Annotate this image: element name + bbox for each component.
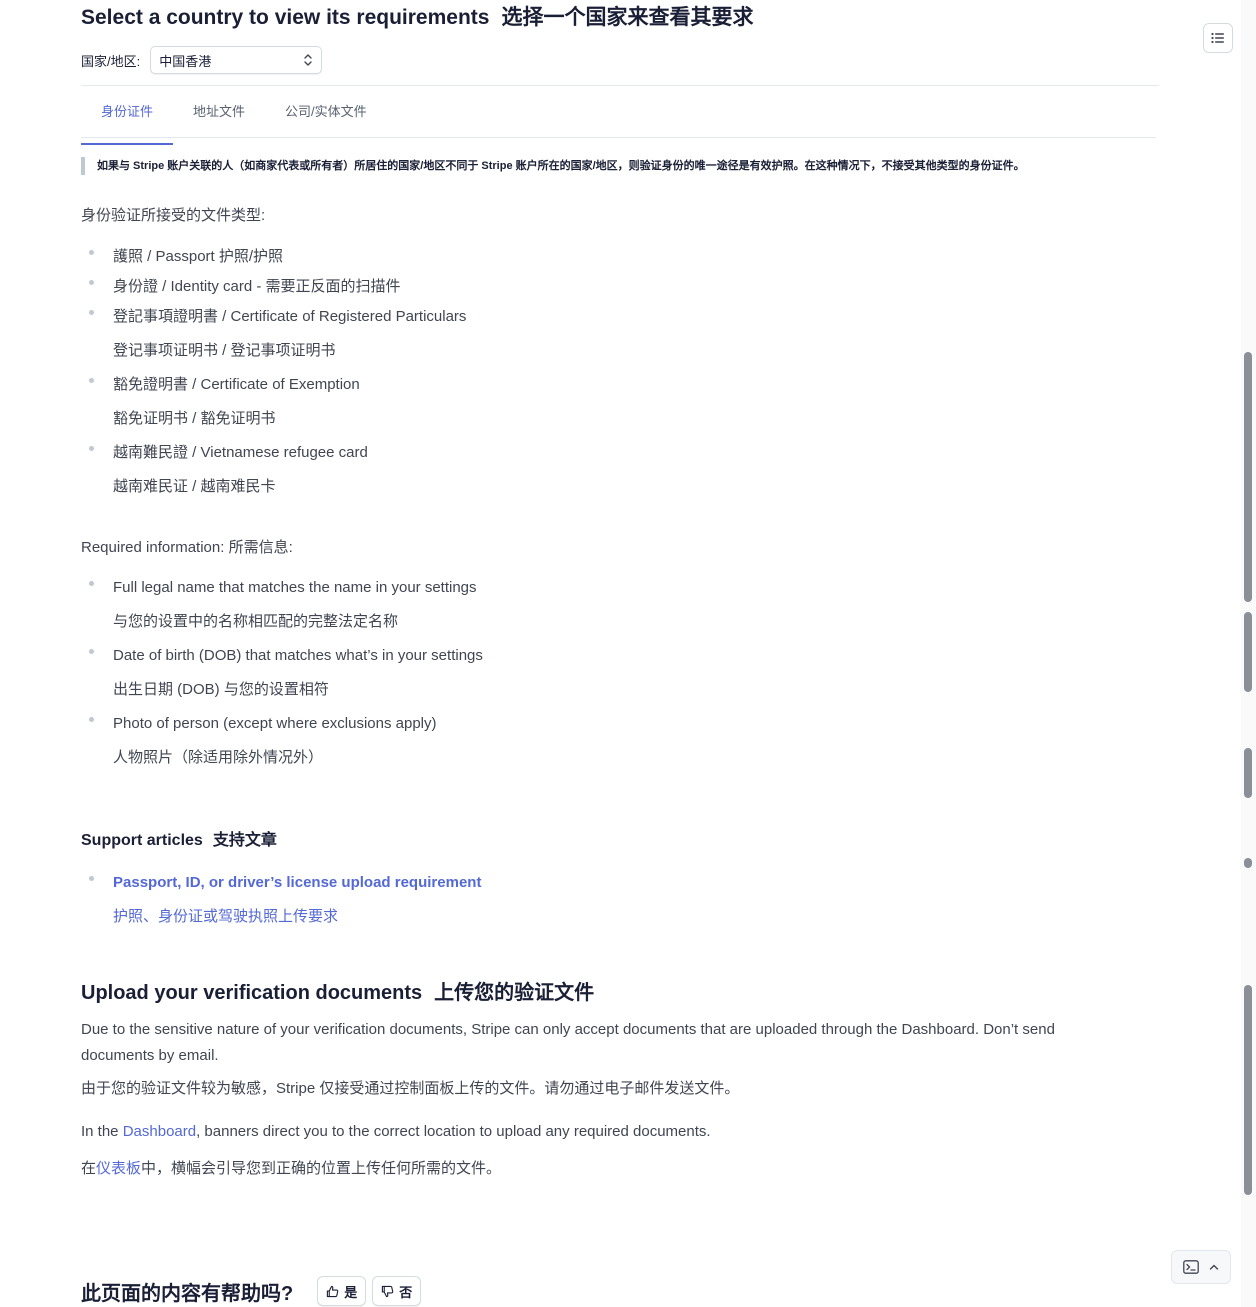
upload-p1-line2: documents by email. [81,1047,219,1064]
page-scrollbar[interactable] [1241,0,1256,1307]
callout-note: 如果与 Stripe 账户关联的人（如商家代表或所有者）所居住的国家/地区不同于… [81,157,1025,175]
list-item-text: 豁免證明書 / Certificate of Exemption [113,376,360,393]
list-icon [1211,32,1224,44]
required-info-list: Full legal name that matches the name in… [81,573,483,773]
list-item: 越南難民證 / Vietnamese refugee card 越南难民证 / 越… [81,438,466,502]
list-item-text: 越南難民證 / Vietnamese refugee card [113,444,368,461]
feedback-yes-button[interactable]: 是 [317,1276,367,1306]
page-title: Select a country to view its requirement… [81,1,753,31]
bullet-icon [89,717,94,722]
dashboard-link-zh[interactable]: 仪表板 [96,1160,141,1177]
bullet-icon [89,649,94,654]
scrollbar-thumb[interactable] [1244,858,1252,868]
required-info-heading: Required information: 所需信息: [81,539,293,556]
accepted-docs-heading: 身份验证所接受的文件类型: [81,207,266,224]
upload-title-zh: 上传您的验证文件 [434,982,595,1004]
list-item: 登記事項證明書 / Certificate of Registered Part… [81,302,466,366]
list-item-text: Date of birth (DOB) that matches what’s … [113,647,483,664]
list-item-text: Photo of person (except where exclusions… [113,715,437,732]
feedback-question: 此页面的内容有帮助吗? [81,1282,294,1305]
tab-company-documents[interactable]: 公司/实体文件 [265,94,387,138]
list-item: 身份證 / Identity card - 需要正反面的扫描件 [81,272,466,302]
chevron-up-down-icon [304,54,312,66]
upload-paragraph-en: Due to the sensitive nature of your veri… [81,1017,1055,1069]
list-item-subtext: 与您的设置中的名称相匹配的完整法定名称 [113,613,399,630]
feedback-no-button[interactable]: 否 [372,1276,422,1306]
thumbs-up-icon [327,1285,339,1297]
feedback-bar: 此页面的内容有帮助吗? 是 否 [81,1276,427,1306]
bullet-icon [89,280,94,285]
list-item: Photo of person (except where exclusions… [81,709,483,773]
text-fragment: , banners direct you to the correct loca… [196,1123,711,1140]
list-item-subtext: 出生日期 (DOB) 与您的设置相符 [113,681,329,698]
country-select[interactable]: 中国香港 [150,46,323,74]
tab-address-documents[interactable]: 地址文件 [173,94,265,138]
upload-title-en: Upload your verification documents [81,982,423,1004]
support-article-link[interactable]: Passport, ID, or driver’s license upload… [113,868,481,898]
text-fragment: In the [81,1123,123,1140]
country-label: 国家/地区: [81,53,141,69]
upload-paragraph-zh: 由于您的验证文件较为敏感，Stripe 仅接受通过控制面板上传的文件。请勿通过电… [81,1080,740,1097]
console-toggle-button[interactable] [1171,1250,1231,1284]
dashboard-link[interactable]: Dashboard [123,1123,196,1140]
tab-identity-documents[interactable]: 身份证件 [81,94,174,145]
page-title-zh: 选择一个国家来查看其要求 [501,6,754,29]
chevron-up-icon [1209,1264,1219,1270]
list-item-text: 護照 / Passport 护照/护照 [113,248,284,265]
country-select-value: 中国香港 [159,53,212,69]
document-tabs: 身份证件 地址文件 公司/实体文件 [81,94,387,145]
list-item-text: Full legal name that matches the name in… [113,579,477,596]
feedback-yes-label: 是 [344,1284,358,1300]
bullet-icon [89,250,94,255]
bullet-icon [89,310,94,315]
accepted-docs-list: 護照 / Passport 护照/护照 身份證 / Identity card … [81,242,466,502]
dashboard-paragraph-zh: 在仪表板中，横幅会引导您到正确的位置上传任何所需的文件。 [81,1157,501,1178]
upload-p1-line1: Due to the sensitive nature of your veri… [81,1021,1055,1038]
list-item: Full legal name that matches the name in… [81,573,483,637]
table-of-contents-button[interactable] [1203,23,1233,53]
dashboard-paragraph-en: In the Dashboard, banners direct you to … [81,1123,711,1140]
list-item: 豁免證明書 / Certificate of Exemption 豁免证明书 / … [81,370,466,434]
list-item-subtext: 登记事项证明书 / 登记事项证明书 [113,342,336,359]
bullet-icon [89,581,94,586]
scrollbar-thumb[interactable] [1244,352,1252,602]
list-item: Date of birth (DOB) that matches what’s … [81,641,483,705]
scrollbar-thumb[interactable] [1244,612,1252,692]
bullet-icon [89,446,94,451]
list-item-text: 身份證 / Identity card - 需要正反面的扫描件 [113,278,401,295]
bullet-icon [89,876,94,881]
country-selector-row: 国家/地区: 中国香港 [81,46,323,74]
list-item-text: 登記事項證明書 / Certificate of Registered Part… [113,308,467,325]
text-fragment: 在 [81,1160,97,1177]
section-divider [81,85,1159,86]
support-heading-en: Support articles [81,832,203,849]
support-articles-list: Passport, ID, or driver’s license upload… [81,868,481,932]
terminal-icon [1183,1260,1199,1274]
scrollbar-thumb[interactable] [1244,748,1252,798]
list-item: 護照 / Passport 护照/护照 [81,242,466,272]
support-articles-heading: Support articles 支持文章 [81,826,277,850]
feedback-no-label: 否 [399,1284,413,1300]
list-item-subtext: 豁免证明书 / 豁免证明书 [113,410,276,427]
support-heading-zh: 支持文章 [212,832,277,849]
scrollbar-thumb[interactable] [1244,985,1252,1195]
thumbs-down-icon [382,1285,394,1297]
list-item-subtext: 越南难民证 / 越南难民卡 [113,478,276,495]
text-fragment: 中，横幅会引导您到正确的位置上传任何所需的文件。 [141,1160,502,1177]
list-item: Passport, ID, or driver’s license upload… [81,868,481,932]
page-title-en: Select a country to view its requirement… [81,6,490,29]
bullet-icon [89,378,94,383]
list-item-subtext: 人物照片（除适用除外情况外） [113,749,324,766]
support-article-link-zh[interactable]: 护照、身份证或驾驶执照上传要求 [113,902,481,932]
tabs-divider [81,137,1156,138]
upload-section-title: Upload your verification documents 上传您的验证… [81,976,594,1005]
